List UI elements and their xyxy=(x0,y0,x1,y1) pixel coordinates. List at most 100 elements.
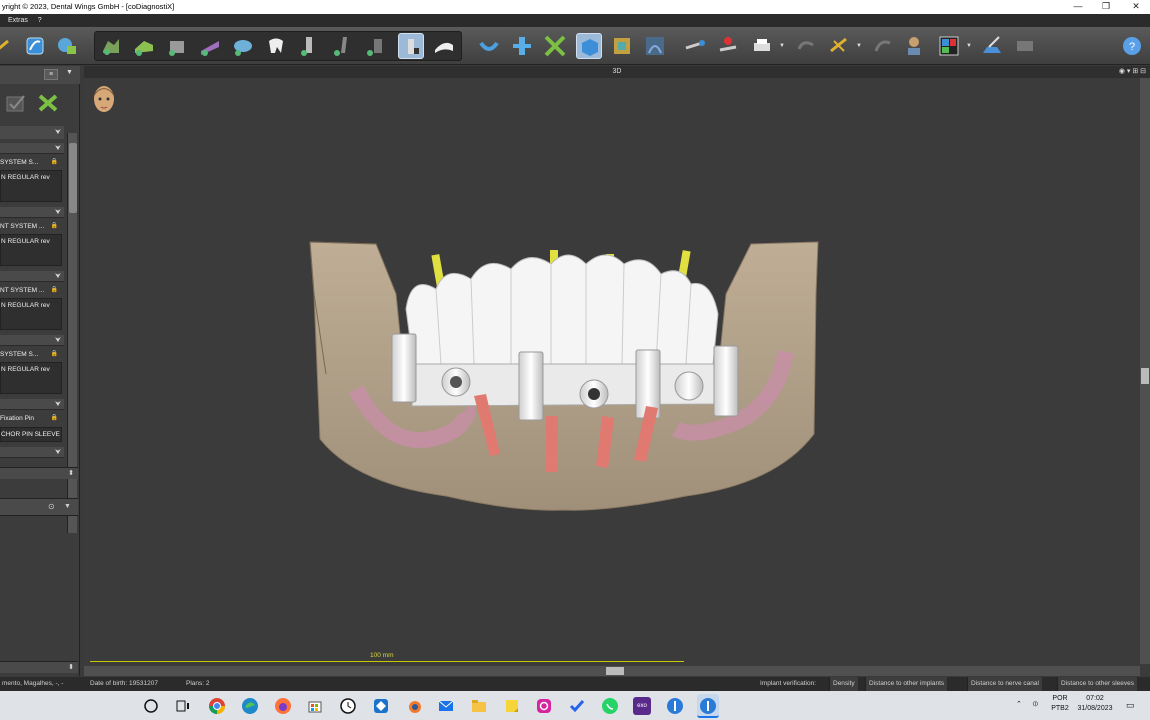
menu-extras[interactable]: Extras xyxy=(4,14,32,27)
implant-model-field[interactable]: N REGULAR rev xyxy=(0,170,62,202)
step-4-icon[interactable] xyxy=(197,33,223,59)
input-language[interactable]: POR PTB2 xyxy=(1046,694,1074,714)
panel-dropdown-icon[interactable]: ▼ xyxy=(66,69,73,76)
whatsapp-icon[interactable] xyxy=(601,697,619,715)
fixation-pin-label[interactable]: Fixation Pin 🔒 xyxy=(0,412,62,425)
close-button[interactable]: ✕ xyxy=(1122,0,1150,14)
step-3-icon[interactable] xyxy=(164,33,190,59)
implant-model-field[interactable]: N REGULAR rev xyxy=(0,234,62,266)
print-dropdown-icon[interactable]: ▼ xyxy=(779,43,785,49)
secondary-panel-header[interactable]: ⊙ ▼ xyxy=(0,498,78,516)
export-icon[interactable] xyxy=(979,33,1005,59)
panel-section-header[interactable]: ⮟ xyxy=(0,126,64,139)
layout-icon[interactable] xyxy=(936,33,962,59)
store-icon[interactable] xyxy=(306,697,324,715)
delete-measure-icon[interactable] xyxy=(716,33,742,59)
sticky-notes-icon[interactable] xyxy=(503,697,521,715)
panel-scroll-thumb[interactable] xyxy=(69,143,77,213)
vertical-scroll-thumb[interactable] xyxy=(1141,368,1149,384)
network-icon[interactable]: ⦶ xyxy=(1033,700,1038,710)
viewport-controls-icon[interactable]: ◉ ▾ ⊞ ⊟ xyxy=(1119,66,1146,78)
tools-icon[interactable] xyxy=(826,33,852,59)
segmentation-icon[interactable] xyxy=(22,33,48,59)
edge-icon[interactable] xyxy=(241,697,259,715)
step-8-icon[interactable] xyxy=(329,33,355,59)
bottom-splitter[interactable]: ⬍ xyxy=(0,661,78,673)
clock[interactable]: 07:02 31/08/2023 xyxy=(1076,694,1114,714)
layout-dropdown-icon[interactable]: ▼ xyxy=(966,43,972,49)
pin-row-header[interactable]: ⮟ xyxy=(0,399,64,410)
model-import-icon[interactable] xyxy=(54,33,80,59)
panel-options-icon[interactable]: ⊙ xyxy=(48,502,55,511)
step-1-icon[interactable] xyxy=(98,33,124,59)
step-6-tooth-icon[interactable] xyxy=(263,33,289,59)
restore-button[interactable]: ❐ xyxy=(1092,0,1120,14)
menu-help[interactable]: ? xyxy=(34,14,46,27)
cross-tool-icon[interactable] xyxy=(36,92,60,114)
row-collapse-icon[interactable]: ⮟ xyxy=(55,399,61,410)
minimize-button[interactable]: — xyxy=(1064,0,1092,14)
app-diamond-icon[interactable] xyxy=(372,697,390,715)
help-icon[interactable]: ? xyxy=(1119,33,1145,59)
notifications-icon[interactable]: ▭ xyxy=(1126,700,1135,710)
undo-icon[interactable] xyxy=(793,33,819,59)
row-collapse-icon[interactable]: ⮟ xyxy=(55,271,61,282)
tray-chevron-icon[interactable]: ⌃ xyxy=(1016,700,1022,710)
row-collapse-icon[interactable]: ⮟ xyxy=(55,207,61,218)
arch-tool-icon[interactable] xyxy=(476,33,502,59)
step-9-icon[interactable] xyxy=(362,33,388,59)
cross-section-icon[interactable] xyxy=(509,33,535,59)
measure-icon[interactable] xyxy=(682,33,708,59)
file-explorer-icon[interactable] xyxy=(470,697,488,715)
implant-row-header[interactable]: ⮟ xyxy=(0,335,64,346)
implant-system-label[interactable]: SYSTEM S... 🔒 xyxy=(0,156,62,169)
chrome-icon[interactable] xyxy=(208,697,226,715)
3d-viewport[interactable]: 3D ◉ ▾ ⊞ ⊟ 100 mm xyxy=(84,66,1150,676)
blender-icon[interactable] xyxy=(405,697,423,715)
horizontal-scroll-thumb[interactable] xyxy=(606,667,624,675)
splitter-arrows-icon[interactable]: ⬍ xyxy=(68,663,74,671)
mail-icon[interactable] xyxy=(437,697,455,715)
implant-system-label[interactable]: SYSTEM S... 🔒 xyxy=(0,348,62,361)
row-collapse-icon[interactable]: ⮟ xyxy=(55,143,61,154)
step-2-icon[interactable] xyxy=(131,33,157,59)
horizontal-scrollbar[interactable] xyxy=(84,666,1140,676)
partial-tool-icon[interactable] xyxy=(0,33,16,59)
collapse-row[interactable]: ⮟ xyxy=(0,447,64,458)
section-collapse-icon[interactable]: ⮟ xyxy=(55,126,61,139)
implant-row-header[interactable]: ⮟ xyxy=(0,207,64,218)
panel-options-dropdown-icon[interactable]: ▼ xyxy=(64,503,71,510)
codiagnostix-icon[interactable] xyxy=(666,697,684,715)
exo-app-icon[interactable]: exo xyxy=(633,697,651,715)
redo-icon[interactable] xyxy=(870,33,896,59)
implant-row-header[interactable]: ⮟ xyxy=(0,271,64,282)
implant-system-label[interactable]: NT SYSTEM ... 🔒 xyxy=(0,284,62,297)
checklist-icon[interactable] xyxy=(4,92,28,114)
tools-dropdown-icon[interactable]: ▼ xyxy=(856,43,862,49)
guide-icon[interactable] xyxy=(431,33,457,59)
panoramic-icon[interactable] xyxy=(609,33,635,59)
move-icon[interactable] xyxy=(542,33,568,59)
splitter-arrows-icon[interactable]: ⬍ xyxy=(68,469,74,477)
distance-implants-button[interactable]: Distance to other implants xyxy=(865,677,948,691)
panel-splitter[interactable]: ⬍ xyxy=(0,467,78,479)
task-view-icon[interactable] xyxy=(174,697,192,715)
print-icon[interactable] xyxy=(749,33,775,59)
row-collapse-icon[interactable]: ⮟ xyxy=(55,447,61,458)
step-7-implant-icon[interactable] xyxy=(296,33,322,59)
clock-app-icon[interactable] xyxy=(339,697,357,715)
cortana-search-icon[interactable] xyxy=(142,697,160,715)
jaw-3d-model[interactable] xyxy=(306,234,822,516)
vertical-scrollbar[interactable] xyxy=(1140,78,1150,664)
distance-nerve-button[interactable]: Distance to nerve canal xyxy=(967,677,1042,691)
implant-row-header[interactable]: ⮟ xyxy=(0,143,64,154)
implant-model-field[interactable]: N REGULAR rev xyxy=(0,298,62,330)
codiagnostix-active-taskbar-item[interactable] xyxy=(697,694,719,718)
3d-view-icon[interactable] xyxy=(576,33,602,59)
pin-sleeve-field[interactable]: CHOR PIN SLEEVE xyxy=(0,427,62,442)
row-collapse-icon[interactable]: ⮟ xyxy=(55,335,61,346)
distance-sleeves-button[interactable]: Distance to other sleeves xyxy=(1057,677,1137,691)
implant-model-field[interactable]: N REGULAR rev xyxy=(0,362,62,394)
patient-info-icon[interactable] xyxy=(902,33,928,59)
step-5-icon[interactable] xyxy=(230,33,256,59)
